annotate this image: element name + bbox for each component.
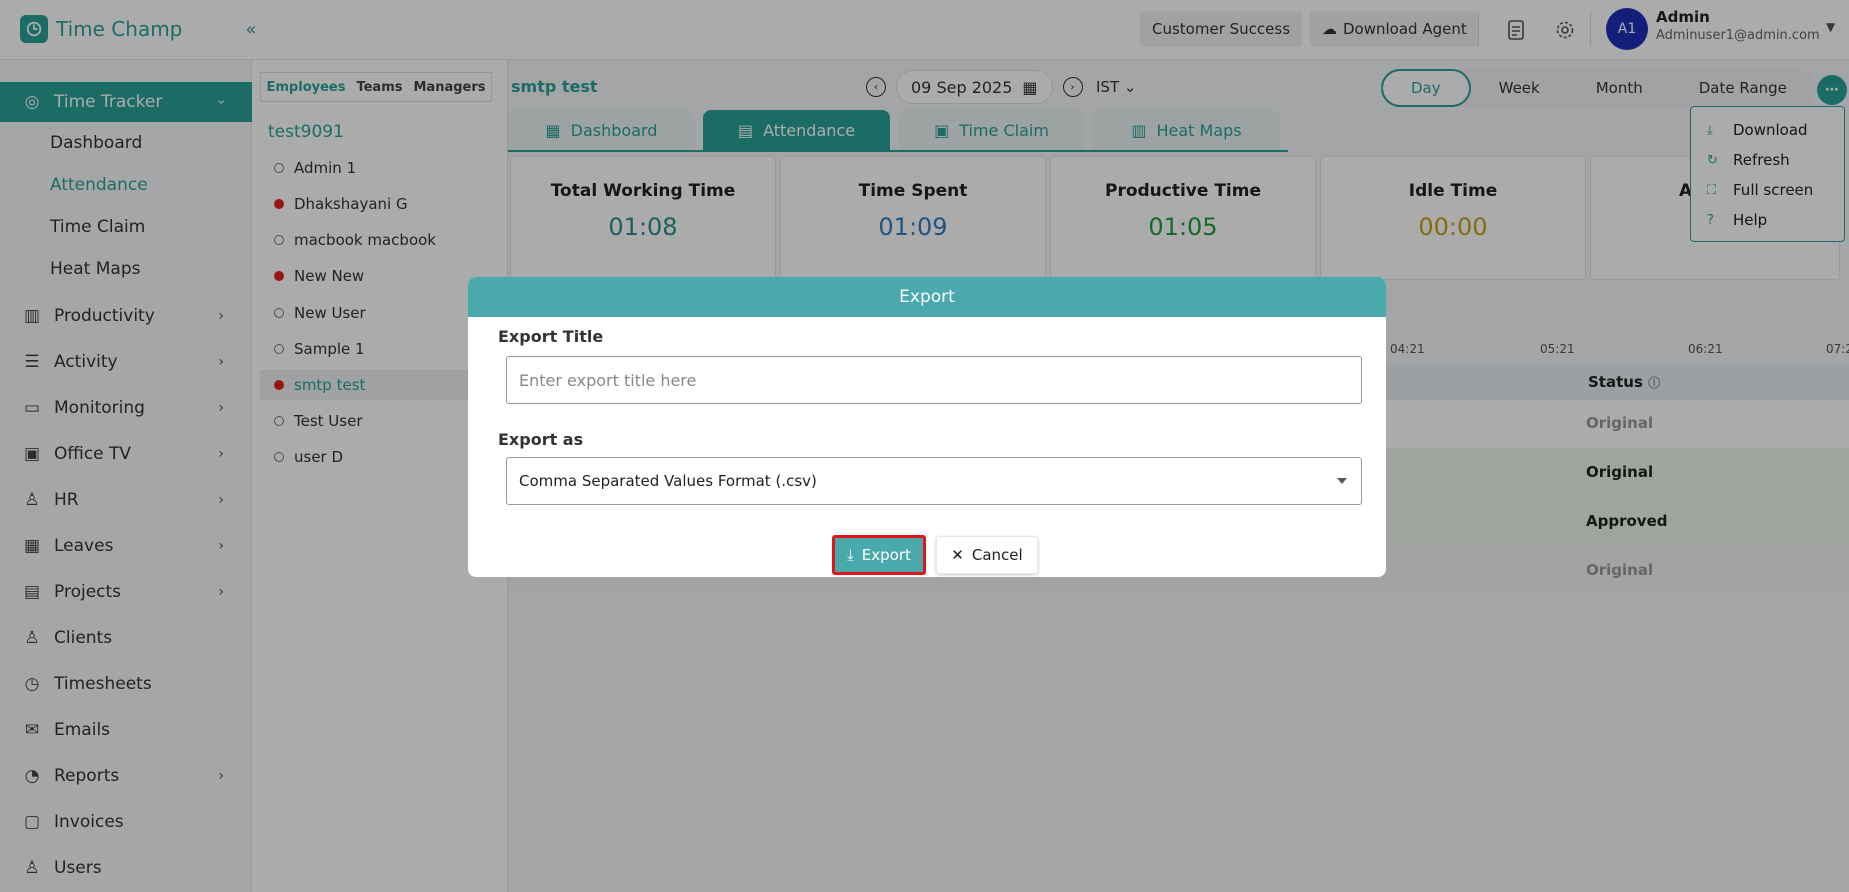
- export-format-value: Comma Separated Values Format (.csv): [519, 472, 817, 490]
- export-button-label: Export: [861, 546, 911, 564]
- cancel-button-label: Cancel: [971, 546, 1023, 564]
- export-as-label: Export as: [498, 430, 584, 449]
- cancel-button[interactable]: ✕ Cancel: [936, 536, 1038, 574]
- caret-down-icon: [1337, 478, 1347, 484]
- export-title-input[interactable]: [506, 356, 1362, 404]
- close-icon: ✕: [951, 546, 964, 564]
- dialog-title: Export: [468, 277, 1386, 317]
- export-dialog: Export Export Title Export as Comma Sepa…: [468, 277, 1386, 577]
- download-icon: ⤓: [847, 546, 854, 564]
- export-button[interactable]: ⤓ Export: [832, 535, 926, 575]
- export-format-select[interactable]: Comma Separated Values Format (.csv): [506, 457, 1362, 505]
- export-title-label: Export Title: [498, 327, 604, 346]
